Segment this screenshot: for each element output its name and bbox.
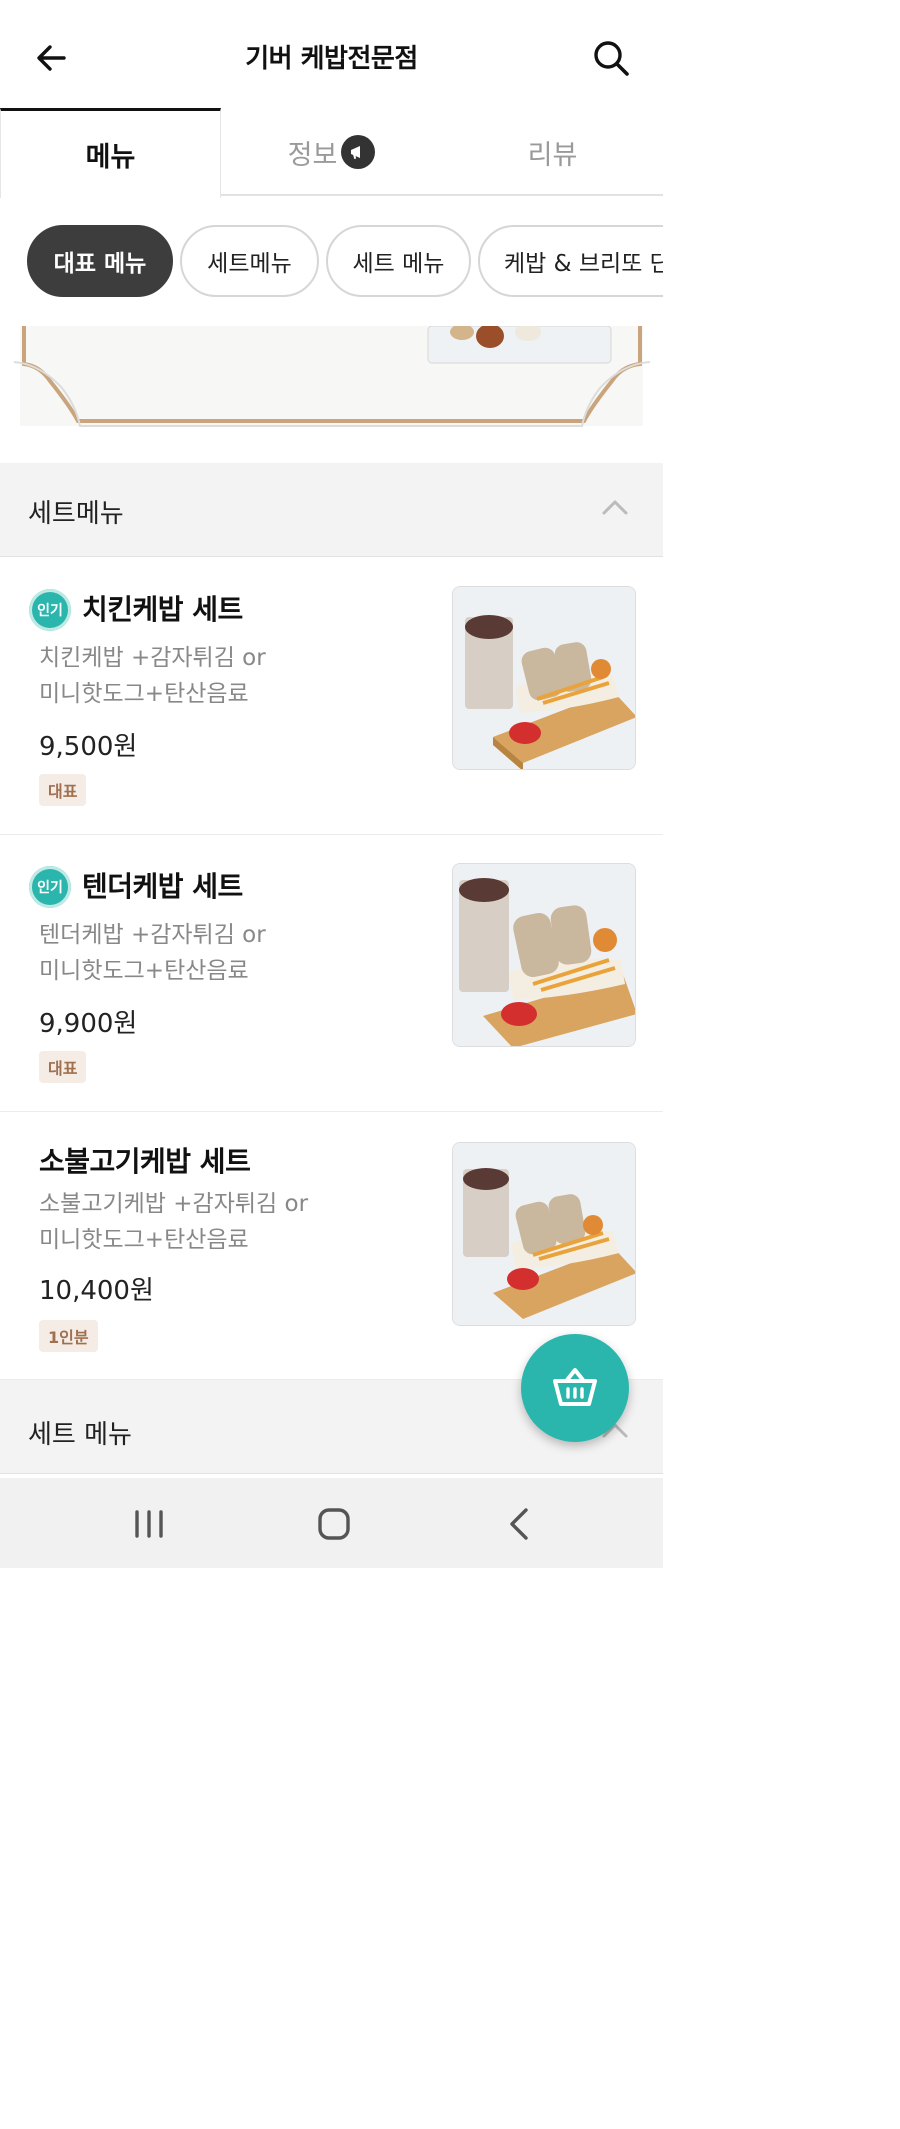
menu-item-chicken-kebab-set[interactable]: 인기 치킨케밥 세트 치킨케밥 +감자튀김 or 미니핫도그+탄산음료 9,50… <box>0 558 663 835</box>
item-price: 9,500원 <box>39 732 138 762</box>
item-tag: 대표 <box>39 1051 87 1083</box>
item-name: 치킨케밥 세트 <box>82 593 243 626</box>
item-name: 소불고기케밥 세트 <box>39 1145 251 1178</box>
menu-item-tender-kebab-set[interactable]: 인기 텐더케밥 세트 텐더케밥 +감자튀김 or 미니핫도그+탄산음료 9,90… <box>0 835 663 1112</box>
megaphone-icon <box>341 135 376 169</box>
category-chip-bar: 대표 메뉴 세트메뉴 세트 메뉴 케밥 & 브리또 단 <box>0 196 663 326</box>
back-icon[interactable] <box>500 1504 540 1544</box>
tab-label: 정보 <box>287 139 338 171</box>
item-price: 9,900원 <box>39 1009 138 1039</box>
app-header: 기버 케밥전문점 <box>0 0 663 110</box>
item-name: 텐더케밥 세트 <box>82 870 243 903</box>
section-header-set-menu[interactable]: 세트메뉴 <box>0 463 663 557</box>
item-photo <box>452 586 636 770</box>
chevron-up-icon[interactable] <box>601 497 629 517</box>
cart-button[interactable] <box>521 1334 629 1442</box>
item-desc-line2: 미니핫도그+탄산음료 <box>39 958 249 984</box>
store-banner <box>0 326 663 463</box>
popular-badge: 인기 <box>29 589 71 631</box>
item-photo <box>452 863 636 1047</box>
main-tabs: 메뉴 정보 리뷰 <box>0 108 663 198</box>
chip-set-menu[interactable]: 세트메뉴 <box>180 225 319 297</box>
chip-label: 세트 메뉴 <box>352 251 445 277</box>
tab-label: 리뷰 <box>527 139 578 171</box>
tab-review[interactable]: 리뷰 <box>442 108 663 196</box>
section-title: 세트메뉴 <box>28 499 124 529</box>
banner-frame-graphic <box>13 326 651 427</box>
home-icon[interactable] <box>314 1504 354 1544</box>
page-title: 기버 케밥전문점 <box>245 44 418 74</box>
recent-apps-icon[interactable] <box>129 1504 169 1544</box>
search-icon[interactable] <box>589 36 633 80</box>
chip-label: 대표 메뉴 <box>53 251 147 277</box>
tab-menu[interactable]: 메뉴 <box>0 108 221 198</box>
popular-badge: 인기 <box>29 866 71 908</box>
shopping-basket-icon <box>553 1368 597 1406</box>
item-photo <box>452 1142 636 1326</box>
item-tag: 대표 <box>39 774 87 806</box>
item-desc-line2: 미니핫도그+탄산음료 <box>39 1227 249 1253</box>
chip-set-menu-2[interactable]: 세트 메뉴 <box>326 225 471 297</box>
item-price: 10,400원 <box>39 1276 154 1306</box>
chip-label: 케밥 & 브리또 단 <box>504 251 663 277</box>
system-nav-bar <box>0 1478 663 1568</box>
chip-label: 세트메뉴 <box>207 251 292 277</box>
tab-label: 메뉴 <box>85 142 136 173</box>
tab-info[interactable]: 정보 <box>221 108 442 196</box>
chip-signature-menu[interactable]: 대표 메뉴 <box>27 225 173 297</box>
section-title: 세트 메뉴 <box>28 1420 132 1450</box>
item-desc-line1: 치킨케밥 +감자튀김 or <box>39 645 266 671</box>
item-desc-line1: 소불고기케밥 +감자튀김 or <box>39 1191 309 1217</box>
item-desc-line1: 텐더케밥 +감자튀김 or <box>39 922 266 948</box>
item-tag: 1인분 <box>39 1320 98 1352</box>
item-desc-line2: 미니핫도그+탄산음료 <box>39 681 249 707</box>
chip-kebab-burrito[interactable]: 케밥 & 브리또 단 <box>478 225 663 297</box>
